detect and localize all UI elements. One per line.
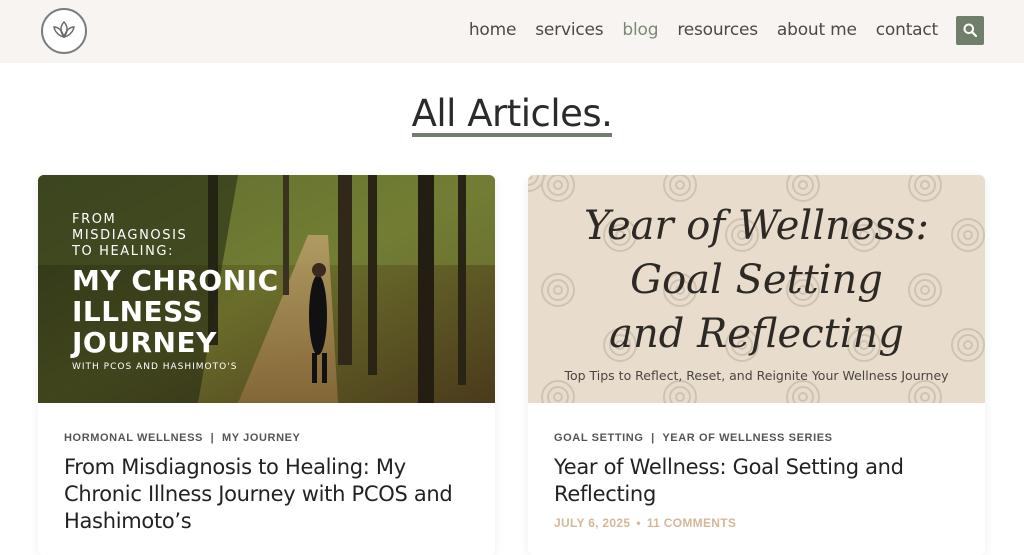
- article-title[interactable]: From Misdiagnosis to Healing: My Chronic…: [64, 454, 469, 535]
- category-link[interactable]: HORMONAL WELLNESS: [64, 432, 203, 444]
- article-thumbnail[interactable]: Year of Wellness: Goal Setting and Refle…: [528, 175, 985, 403]
- nav-contact[interactable]: contact: [876, 20, 938, 40]
- lotus-icon: [53, 21, 75, 39]
- category-link[interactable]: MY JOURNEY: [222, 432, 301, 444]
- article-title[interactable]: Year of Wellness: Goal Setting and Refle…: [554, 454, 959, 508]
- image-caption-large: MY CHRONIC ILLNESS JOURNEY: [72, 264, 279, 359]
- image-script-title-2: Goal Setting: [630, 257, 883, 303]
- article-categories: GOAL SETTING | YEAR OF WELLNESS SERIES: [554, 432, 833, 444]
- article-thumbnail[interactable]: FROM MISDIAGNOSIS TO HEALING: MY CHRONIC…: [38, 175, 495, 403]
- article-categories: HORMONAL WELLNESS | MY JOURNEY: [64, 432, 301, 444]
- category-link[interactable]: GOAL SETTING: [554, 432, 644, 444]
- site-header: home services blog resources about me co…: [0, 0, 1024, 63]
- site-logo[interactable]: [41, 8, 87, 54]
- image-script-title-3: and Reflecting: [609, 311, 904, 357]
- image-tagline: Top Tips to Reflect, Reset, and Reignite…: [564, 368, 949, 383]
- article-card[interactable]: FROM MISDIAGNOSIS TO HEALING: MY CHRONIC…: [38, 175, 495, 555]
- image-caption-sub: WITH PCOS AND HASHIMOTO'S: [72, 362, 238, 372]
- nav-services[interactable]: services: [535, 20, 603, 40]
- comments-link[interactable]: 11 COMMENTS: [647, 516, 736, 530]
- main-nav: home services blog resources about me co…: [469, 20, 938, 40]
- article-meta: JULY 6, 2025 • 11 COMMENTS: [554, 516, 737, 530]
- page-title: All Articles.: [411, 92, 613, 137]
- nav-resources[interactable]: resources: [677, 20, 758, 40]
- article-date: JULY 6, 2025: [554, 516, 631, 530]
- nav-home[interactable]: home: [469, 20, 517, 40]
- image-script-title-1: Year of Wellness:: [584, 203, 929, 249]
- image-caption-small: FROM MISDIAGNOSIS TO HEALING:: [72, 212, 188, 259]
- search-icon: [963, 23, 977, 37]
- nav-about-me[interactable]: about me: [777, 20, 857, 40]
- nav-blog[interactable]: blog: [622, 20, 658, 40]
- search-button[interactable]: [956, 16, 984, 45]
- article-card[interactable]: Year of Wellness: Goal Setting and Refle…: [528, 175, 985, 555]
- category-link[interactable]: YEAR OF WELLNESS SERIES: [662, 432, 832, 444]
